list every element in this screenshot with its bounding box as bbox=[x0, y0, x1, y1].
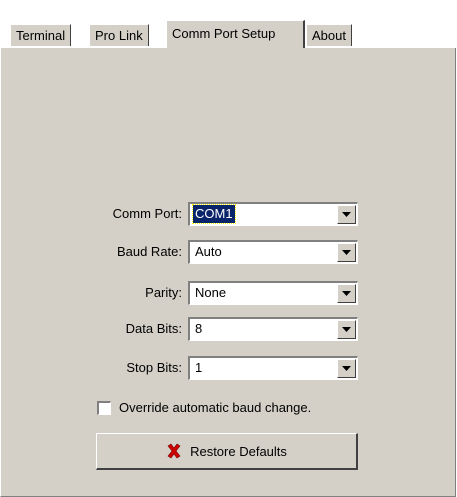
chevron-down-icon bbox=[342, 250, 351, 255]
parity-select[interactable]: None bbox=[188, 281, 358, 305]
parity-value: None bbox=[195, 285, 227, 300]
restore-defaults-label: Restore Defaults bbox=[190, 443, 287, 459]
stop-bits-row: Stop Bits: 1 bbox=[0, 356, 456, 380]
baud-rate-select[interactable]: Auto bbox=[188, 240, 358, 264]
comm-port-value: COM1 bbox=[192, 204, 236, 224]
tab-comm-port-setup[interactable]: Comm Port Setup bbox=[166, 20, 305, 48]
comm-port-select[interactable]: COM1 bbox=[188, 202, 358, 226]
parity-dropdown-button[interactable] bbox=[337, 284, 356, 303]
data-bits-label: Data Bits: bbox=[125, 321, 182, 336]
restore-defaults-button[interactable]: Restore Defaults bbox=[96, 433, 358, 470]
chevron-down-icon bbox=[342, 327, 351, 332]
baud-rate-dropdown-button[interactable] bbox=[337, 243, 356, 262]
comm-port-label: Comm Port: bbox=[112, 206, 182, 221]
comm-port-setup-panel bbox=[0, 48, 456, 497]
tab-bar: Terminal Pro Link Comm Port Setup About bbox=[0, 0, 457, 48]
parity-row: Parity: None bbox=[0, 281, 456, 305]
tab-terminal[interactable]: Terminal bbox=[10, 24, 72, 46]
chevron-down-icon bbox=[342, 291, 351, 296]
chevron-down-icon bbox=[342, 212, 351, 217]
tab-about[interactable]: About bbox=[306, 24, 352, 46]
data-bits-dropdown-button[interactable] bbox=[337, 320, 356, 339]
stop-bits-select[interactable]: 1 bbox=[188, 356, 358, 380]
baud-rate-label: Baud Rate: bbox=[116, 244, 182, 259]
stop-bits-value: 1 bbox=[195, 360, 203, 375]
data-bits-row: Data Bits: 8 bbox=[0, 317, 456, 341]
baud-rate-value: Auto bbox=[195, 244, 222, 259]
comm-port-setup-window: Terminal Pro Link Comm Port Setup About … bbox=[0, 0, 457, 497]
stop-bits-dropdown-button[interactable] bbox=[337, 359, 356, 378]
comm-port-dropdown-button[interactable] bbox=[337, 205, 356, 224]
comm-port-row: Comm Port: COM1 bbox=[0, 202, 456, 226]
baud-rate-row: Baud Rate: Auto bbox=[0, 240, 456, 264]
data-bits-value: 8 bbox=[195, 321, 203, 336]
data-bits-select[interactable]: 8 bbox=[188, 317, 358, 341]
chevron-down-icon bbox=[342, 366, 351, 371]
override-baud-checkbox[interactable] bbox=[97, 401, 111, 415]
tab-pro-link[interactable]: Pro Link bbox=[89, 24, 149, 46]
red-x-icon bbox=[167, 443, 181, 459]
override-baud-label[interactable]: Override automatic baud change. bbox=[119, 399, 311, 417]
stop-bits-label: Stop Bits: bbox=[126, 360, 182, 375]
parity-label: Parity: bbox=[145, 285, 182, 300]
